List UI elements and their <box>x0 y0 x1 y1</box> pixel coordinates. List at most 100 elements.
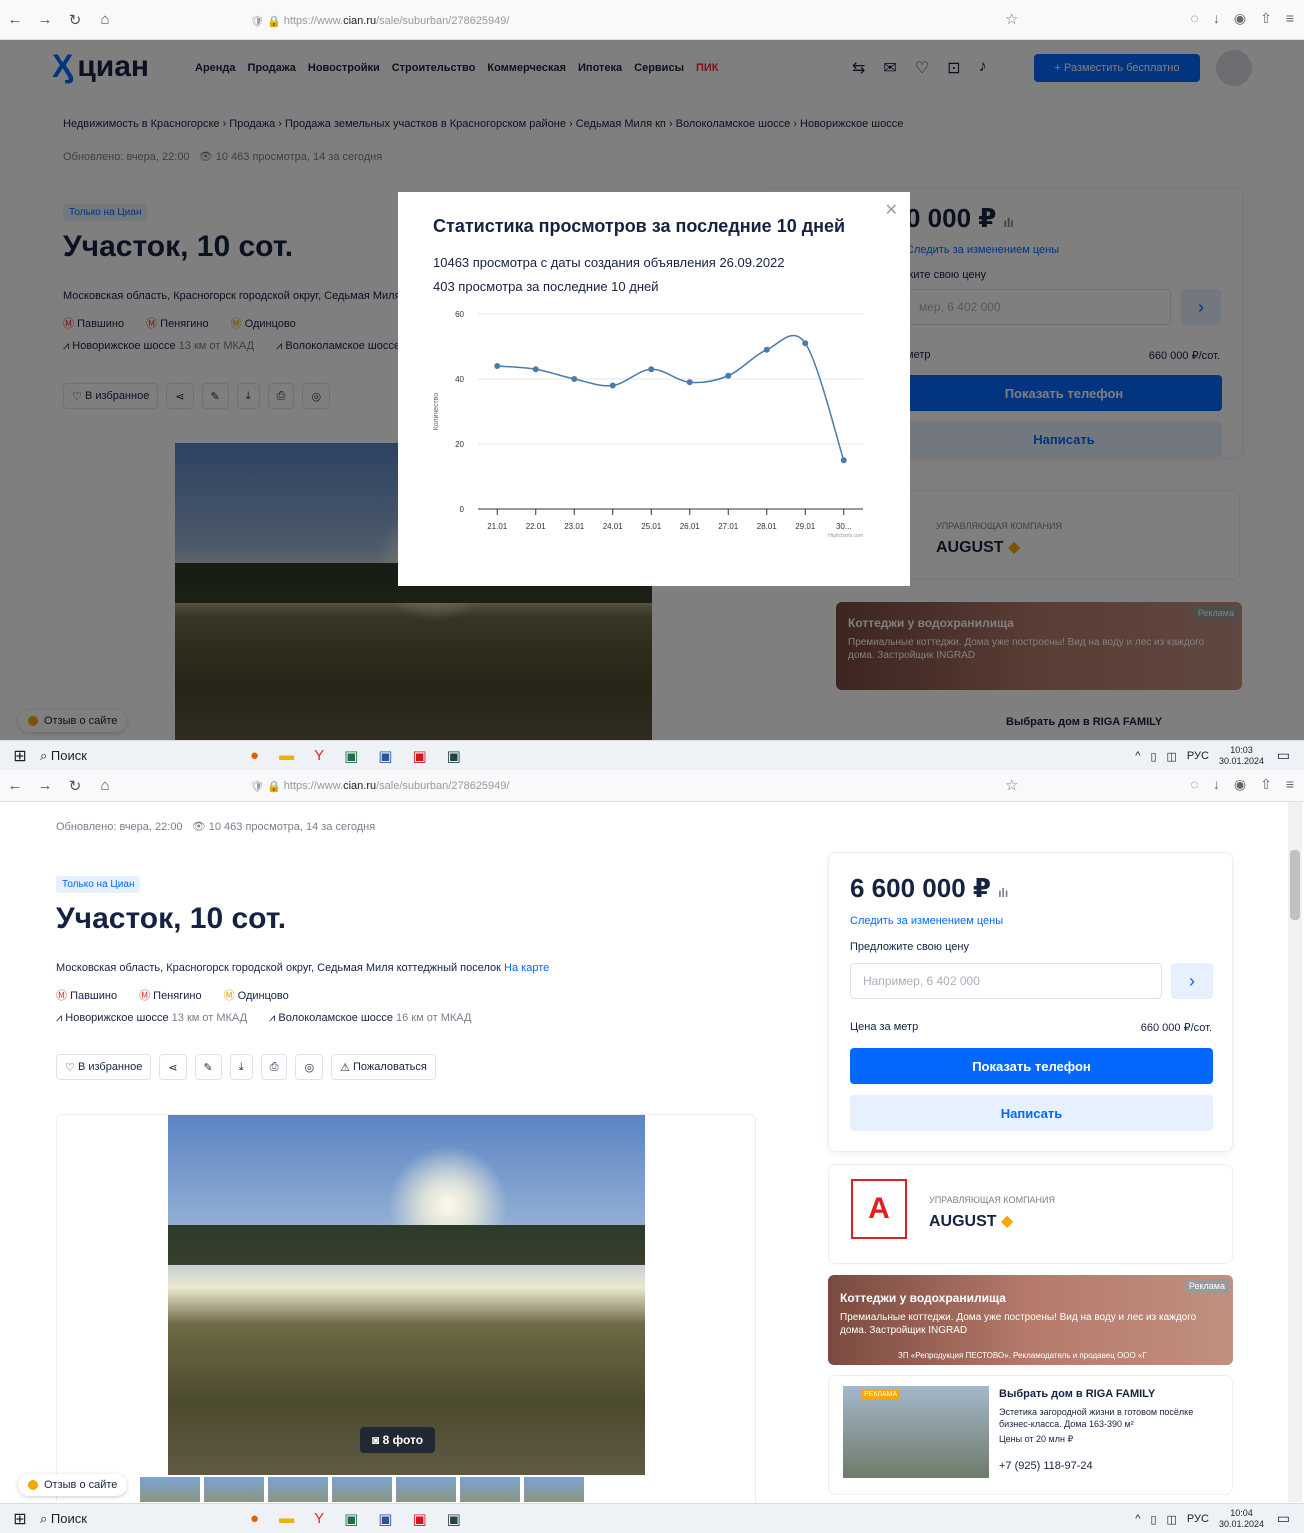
firefox-icon[interactable]: ● <box>250 1510 259 1528</box>
ad-text: Премиальные коттеджи. Дома уже построены… <box>840 1312 1197 1336</box>
word-icon[interactable]: ▣ <box>378 1510 392 1528</box>
august-logo: A <box>851 1179 907 1239</box>
lang-indicator[interactable]: РУС <box>1187 1513 1209 1525</box>
yandex-icon[interactable]: Y <box>314 747 324 765</box>
back-icon[interactable]: ← <box>0 777 30 794</box>
network-icon[interactable]: ◫ <box>1167 750 1177 763</box>
home-icon[interactable]: ⌂ <box>90 11 120 28</box>
complain-button[interactable]: ⚠ Пожаловаться <box>331 1054 436 1080</box>
riga-ad-price: Цены от 20 млн ₽ <box>999 1434 1074 1444</box>
thumbnail[interactable] <box>332 1477 392 1502</box>
main-photo[interactable]: ◙ 8 фото <box>168 1115 645 1475</box>
thumbnail[interactable] <box>460 1477 520 1502</box>
thumbnail[interactable] <box>268 1477 328 1502</box>
chevron-right-icon: › <box>1189 970 1195 991</box>
riga-family-ad[interactable]: РЕКЛАМА Выбрать дом в RIGA FAMILY Эстети… <box>828 1375 1233 1495</box>
account-icon[interactable]: ◉ <box>1234 10 1246 27</box>
file-explorer-icon[interactable]: ▬ <box>279 747 294 765</box>
photo-count-badge[interactable]: ◙ 8 фото <box>360 1427 436 1453</box>
logo-letter: A <box>868 1192 890 1225</box>
yandex-icon[interactable]: Y <box>314 1510 324 1528</box>
account-icon[interactable]: ◉ <box>1234 776 1246 793</box>
pocket-icon[interactable]: ◌ <box>1191 776 1199 793</box>
menu-icon[interactable]: ≡ <box>1286 10 1294 27</box>
scrollbar-thumb[interactable] <box>1290 850 1300 920</box>
media-icon[interactable]: ▣ <box>447 747 461 765</box>
address-bar[interactable]: 🛡 🔒 https://www. cian.ru/sale/suburban/27… <box>250 8 1040 34</box>
page-content: Ӽциан Аренда Продажа Новостройки Строите… <box>0 40 1304 740</box>
notifications-icon[interactable]: ▭ <box>1277 747 1290 764</box>
offer-price-input[interactable]: Например, 6 402 000 <box>850 963 1162 999</box>
close-icon[interactable]: ✕ <box>885 200 898 220</box>
tray-chevron-icon[interactable]: ^ <box>1135 1513 1140 1525</box>
reload-icon[interactable]: ↻ <box>60 11 90 29</box>
print-button[interactable]: ⎙ <box>260 1054 288 1080</box>
taskbar-search[interactable]: ⌕ Поиск <box>40 748 190 764</box>
clock[interactable]: 10:04 30.01.2024 <box>1219 1508 1264 1530</box>
notifications-icon[interactable]: ▭ <box>1277 1510 1290 1527</box>
riga-ad-text: Эстетика загородной жизни в готовом посё… <box>999 1407 1194 1429</box>
follow-price-link[interactable]: Следить за изменением цены <box>850 915 1003 927</box>
bookmark-star-icon[interactable]: ☆ <box>1005 10 1018 28</box>
search-icon: ⌕ <box>40 1510 48 1526</box>
download-button[interactable]: ⤓ <box>229 1054 253 1080</box>
home-icon[interactable]: ⌂ <box>90 777 120 794</box>
write-button[interactable]: Написать <box>850 1095 1213 1131</box>
tray-chevron-icon[interactable]: ^ <box>1135 750 1140 762</box>
acrobat-icon[interactable]: ▣ <box>412 747 426 765</box>
word-icon[interactable]: ▣ <box>378 747 392 765</box>
forward-icon[interactable]: → <box>30 777 60 794</box>
battery-icon[interactable]: ▯ <box>1150 1513 1156 1526</box>
metro-item[interactable]: Ⓜ Пенягино <box>139 987 201 1003</box>
favorite-button[interactable]: ♡ В избранное <box>56 1054 152 1080</box>
edit-button[interactable]: ✎ <box>194 1054 222 1080</box>
lang-indicator[interactable]: РУС <box>1187 750 1209 762</box>
windows-taskbar: ⊞ ⌕ Поиск ● ▬ Y ▣ ▣ ▣ ▣ ^ ▯ ◫ РУС 10:04 3… <box>0 1503 1304 1533</box>
menu-icon[interactable]: ≡ <box>1286 776 1294 793</box>
back-icon[interactable]: ← <box>0 11 30 28</box>
address-bar[interactable]: 🛡 🔒 https://www. cian.ru/sale/suburban/27… <box>250 773 1040 799</box>
company-card[interactable]: A УПРАВЛЯЮЩАЯ КОМПАНИЯ AUGUST ◆ <box>828 1164 1233 1264</box>
pocket-icon[interactable]: ◌ <box>1191 10 1199 27</box>
hide-button[interactable]: ◎ <box>295 1054 324 1080</box>
metro-item[interactable]: Ⓜ Павшино <box>56 987 117 1003</box>
screenshot-with-modal: ← → ↻ ⌂ 🛡 🔒 https://www. cian.ru/sale/sub… <box>0 0 1304 770</box>
excel-icon[interactable]: ▣ <box>344 1510 358 1528</box>
thumbnail[interactable] <box>140 1477 200 1502</box>
battery-icon[interactable]: ▯ <box>1150 750 1156 763</box>
metro-list: Ⓜ Павшино Ⓜ Пенягино Ⓜ Одинцово <box>56 987 289 1003</box>
download-icon[interactable]: ↓ <box>1213 10 1220 27</box>
x-tick-label: 22.01 <box>526 522 547 531</box>
page-scrollbar[interactable] <box>1288 802 1302 1502</box>
download-icon[interactable]: ↓ <box>1213 776 1220 793</box>
windows-start-icon[interactable]: ⊞ <box>0 746 40 766</box>
thumbnail[interactable] <box>524 1477 584 1502</box>
bookmark-star-icon[interactable]: ☆ <box>1005 776 1018 794</box>
feedback-button[interactable]: Отзыв о сайте <box>18 1474 128 1496</box>
reload-icon[interactable]: ↻ <box>60 777 90 795</box>
on-map-link[interactable]: На карте <box>504 962 549 974</box>
forward-icon[interactable]: → <box>30 11 60 28</box>
firefox-icon[interactable]: ● <box>250 747 259 765</box>
extensions-icon[interactable]: ⇧ <box>1260 10 1272 27</box>
ad-tag: Реклама <box>1184 1279 1229 1293</box>
acrobat-icon[interactable]: ▣ <box>412 1510 426 1528</box>
share-button[interactable]: ⋖ <box>159 1054 187 1080</box>
network-icon[interactable]: ◫ <box>1167 1513 1177 1526</box>
media-icon[interactable]: ▣ <box>447 1510 461 1528</box>
metro-item[interactable]: Ⓜ Одинцово <box>224 987 289 1003</box>
excel-icon[interactable]: ▣ <box>344 747 358 765</box>
price-chart-icon[interactable]: ılı <box>998 886 1008 900</box>
riga-ad-phone[interactable]: +7 (925) 118-97-24 <box>999 1460 1093 1472</box>
submit-offer-button[interactable]: › <box>1171 963 1213 999</box>
show-phone-button[interactable]: Показать телефон <box>850 1048 1213 1084</box>
file-explorer-icon[interactable]: ▬ <box>279 1510 294 1528</box>
windows-start-icon[interactable]: ⊞ <box>0 1509 40 1529</box>
thumbnail[interactable] <box>396 1477 456 1502</box>
thumbnail[interactable] <box>204 1477 264 1502</box>
address-text: Московская область, Красногорск городско… <box>56 962 501 974</box>
extensions-icon[interactable]: ⇧ <box>1260 776 1272 793</box>
ad-banner-ingrad[interactable]: Реклама Коттеджи у водохранилища Премиал… <box>828 1275 1233 1365</box>
clock[interactable]: 10:03 30.01.2024 <box>1219 745 1264 767</box>
taskbar-search[interactable]: ⌕ Поиск <box>40 1511 190 1527</box>
